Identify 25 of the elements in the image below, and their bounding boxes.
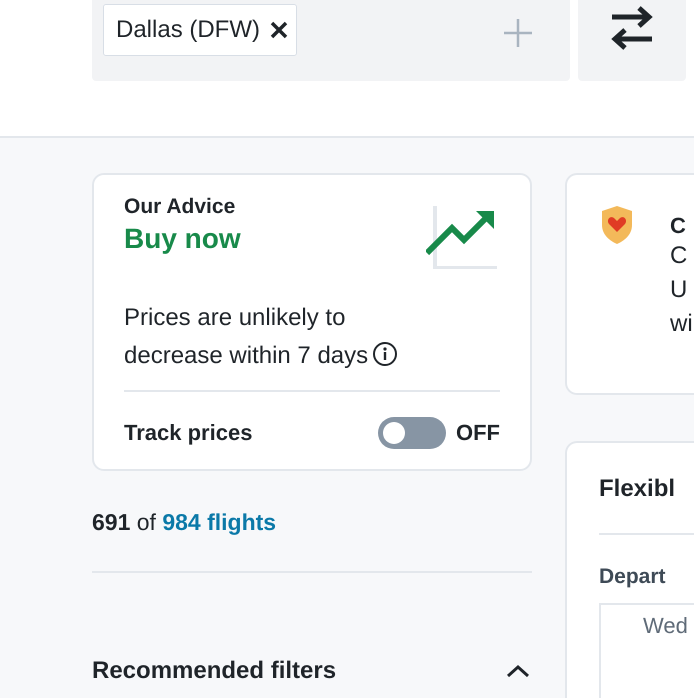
- airport-label: Dallas (DFW): [116, 16, 260, 44]
- advice-verdict: Buy now: [124, 223, 241, 255]
- track-prices-label: Track prices: [124, 420, 254, 446]
- shield-heart-icon: [600, 205, 634, 245]
- date-cell[interactable]: Wed: [599, 603, 694, 698]
- origin-field[interactable]: Dallas (DFW): [92, 0, 570, 81]
- notice-text: C: [670, 241, 688, 271]
- notice-title: C: [670, 213, 687, 239]
- advice-message: Prices are unlikely to decrease within 7 days: [124, 299, 424, 375]
- swap-button[interactable]: [578, 0, 686, 81]
- track-prices-toggle[interactable]: [378, 417, 446, 449]
- trend-chart-icon: [426, 205, 498, 269]
- total-flights-link[interactable]: 984 flights: [162, 509, 276, 535]
- flexible-title: Flexibl: [599, 475, 676, 503]
- toggle-state: OFF: [456, 420, 500, 446]
- depart-label: Depart: [599, 565, 667, 589]
- results-count: 691 of 984 flights: [92, 509, 278, 536]
- filters-heading: Recommended filters: [92, 657, 336, 685]
- swap-arrows-icon: [609, 6, 655, 52]
- info-icon[interactable]: [372, 341, 398, 367]
- notice-text: wi: [670, 309, 693, 339]
- notice-text: U: [670, 275, 688, 305]
- close-icon[interactable]: [270, 21, 288, 39]
- advice-heading: Our Advice: [124, 195, 236, 219]
- caret-icon[interactable]: [506, 664, 530, 678]
